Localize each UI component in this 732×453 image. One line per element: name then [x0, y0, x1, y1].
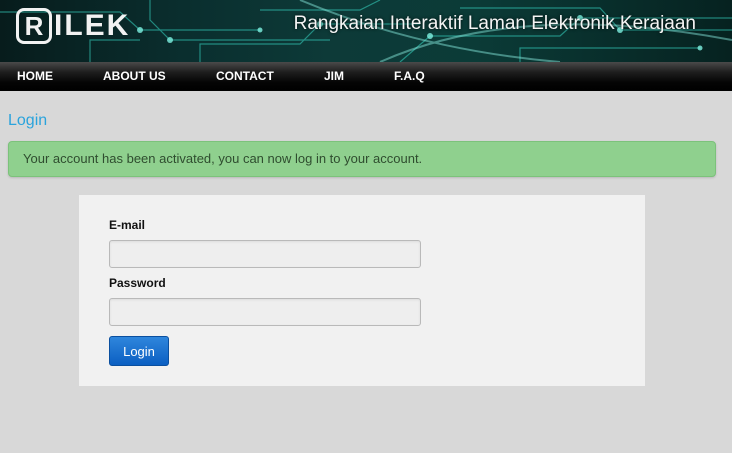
password-field[interactable]	[109, 298, 421, 326]
logo-text: ILEK	[54, 9, 131, 42]
email-label: E-mail	[109, 218, 146, 232]
logo-initial: R	[16, 8, 52, 44]
nav-item-contact[interactable]: CONTACT	[216, 62, 274, 91]
main-nav: HOME ABOUT US CONTACT JIM F.A.Q	[0, 62, 732, 91]
password-label: Password	[109, 276, 166, 290]
nav-item-about-us[interactable]: ABOUT US	[103, 62, 166, 91]
login-button[interactable]: Login	[109, 336, 169, 366]
site-tagline: Rangkaian Interaktif Laman Elektronik Ke…	[293, 13, 696, 34]
nav-item-jim[interactable]: JIM	[324, 62, 344, 91]
nav-item-home[interactable]: HOME	[17, 62, 53, 91]
header-banner: R ILEK Rangkaian Interaktif Laman Elektr…	[0, 0, 732, 62]
nav-item-faq[interactable]: F.A.Q	[394, 62, 425, 91]
page-title: Login	[8, 112, 48, 129]
email-field[interactable]	[109, 240, 421, 268]
rilek-logo[interactable]: R ILEK	[16, 6, 130, 46]
login-panel: E-mail Password Login	[79, 195, 645, 386]
success-alert: Your account has been activated, you can…	[8, 141, 716, 177]
